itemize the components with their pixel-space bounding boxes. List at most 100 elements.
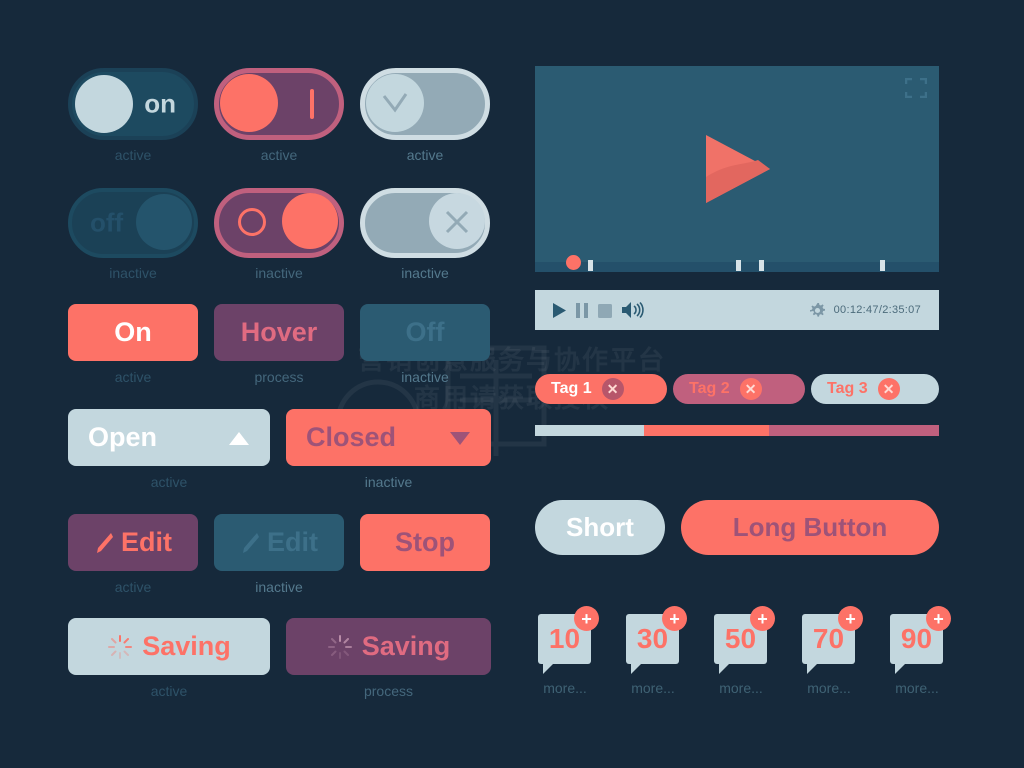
add-icon[interactable]: + [574, 606, 599, 631]
marker-more-label[interactable]: more... [706, 680, 776, 696]
btn-edit-active-label: Edit [121, 527, 172, 557]
chapter-marker [759, 260, 764, 271]
toggle-knob[interactable] [220, 74, 278, 132]
toggle-label: off [90, 207, 124, 238]
btn-on-label: On [114, 317, 152, 347]
chevron-up-icon [229, 431, 249, 445]
btn-saving-process-label: Saving [361, 631, 451, 661]
btn-open[interactable]: Open [68, 409, 270, 466]
pencil-icon [97, 532, 113, 553]
btn-edit-active[interactable]: Edit [68, 514, 198, 571]
pause-icon[interactable] [575, 302, 589, 319]
video-player-screen[interactable] [535, 66, 939, 272]
segmented-progress-bar[interactable] [535, 425, 939, 436]
btn-short[interactable]: Short [535, 500, 665, 555]
toggle-off-dark[interactable]: off [68, 188, 198, 258]
add-icon[interactable]: + [662, 606, 687, 631]
video-status-group: 00:12:47/2:35:07 [809, 302, 939, 318]
toggle-caption: active [406, 147, 444, 163]
marker-90[interactable]: 90 + [890, 606, 951, 674]
marker-more-label[interactable]: more... [882, 680, 952, 696]
tag-1[interactable]: Tag 1 ✕ [535, 374, 667, 404]
toggle-on-grey[interactable] [360, 68, 490, 140]
btn-hover-label: Hover [240, 317, 318, 347]
video-transport-controls [535, 301, 645, 319]
play-icon[interactable] [552, 302, 567, 319]
tag-label: Tag 1 [551, 380, 592, 397]
btn-open-label: Open [88, 422, 158, 452]
btn-saving-process[interactable]: Saving [286, 618, 491, 675]
power-bar-icon [310, 89, 314, 119]
toggle-knob[interactable] [75, 75, 133, 133]
btn-edit-active-caption: active [114, 579, 152, 595]
toggle-caption: inactive [109, 265, 157, 281]
toggle-on-dark[interactable]: on [68, 68, 198, 140]
add-icon[interactable]: + [926, 606, 951, 631]
btn-stop[interactable]: Stop [360, 514, 490, 571]
toggle-on-purple[interactable] [214, 68, 344, 140]
marker-30[interactable]: 30 + [626, 606, 687, 674]
marker-more-label[interactable]: more... [794, 680, 864, 696]
btn-closed-caption: inactive [364, 474, 413, 490]
video-progress-handle[interactable] [566, 255, 581, 270]
btn-saving-active[interactable]: Saving [68, 618, 270, 675]
btn-saving-active-caption: active [150, 683, 188, 699]
btn-edit-inactive-caption: inactive [255, 579, 303, 595]
marker-50[interactable]: 50 + [714, 606, 775, 674]
toggle-caption: inactive [401, 265, 449, 281]
btn-closed[interactable]: Closed [286, 409, 491, 466]
btn-hover[interactable]: Hover [214, 304, 344, 361]
fullscreen-icon[interactable] [905, 78, 927, 98]
volume-icon[interactable] [621, 301, 645, 319]
toggle-caption: inactive [255, 265, 303, 281]
btn-stop-label: Stop [395, 527, 455, 557]
marker-70[interactable]: 70 + [802, 606, 863, 674]
cross-icon [445, 210, 469, 234]
btn-off-label: Off [405, 317, 445, 347]
toggle-caption: active [114, 147, 152, 163]
chapter-marker [736, 260, 741, 271]
add-icon[interactable]: + [750, 606, 775, 631]
btn-closed-label: Closed [306, 422, 397, 452]
stop-icon[interactable] [597, 302, 613, 319]
tag-close-icon[interactable]: ✕ [601, 378, 624, 400]
toggle-knob[interactable] [136, 194, 192, 250]
toggle-off-purple[interactable] [214, 188, 344, 258]
btn-off[interactable]: Off [360, 304, 490, 361]
add-icon[interactable]: + [838, 606, 863, 631]
toggle-label: on [144, 88, 176, 119]
btn-hover-caption: process [254, 369, 304, 385]
btn-long-label: Long Button [732, 512, 888, 542]
segment-light [535, 425, 645, 436]
video-time-display: 00:12:47/2:35:07 [833, 304, 921, 316]
btn-edit-inactive[interactable]: Edit [214, 514, 344, 571]
gear-icon[interactable] [809, 302, 825, 318]
marker-10[interactable]: 10 + [538, 606, 599, 674]
tag-close-icon[interactable]: ✕ [739, 378, 762, 400]
marker-more-label[interactable]: more... [530, 680, 600, 696]
btn-on[interactable]: On [68, 304, 198, 361]
spinner-icon [327, 634, 352, 659]
btn-saving-process-caption: process [363, 683, 414, 699]
chevron-down-icon [450, 431, 470, 445]
btn-long-button[interactable]: Long Button [681, 500, 939, 555]
play-icon[interactable] [698, 133, 776, 205]
btn-saving-active-label: Saving [142, 631, 231, 661]
chapter-marker [880, 260, 885, 271]
video-progress-track[interactable] [535, 255, 939, 272]
spinner-icon [108, 634, 133, 659]
toggle-caption: active [260, 147, 298, 163]
pencil-icon [243, 532, 259, 553]
btn-on-caption: active [114, 369, 152, 385]
tag-3[interactable]: Tag 3 ✕ [811, 374, 939, 404]
tag-label: Tag 3 [827, 380, 868, 397]
toggle-off-grey[interactable] [360, 188, 490, 258]
tag-2[interactable]: Tag 2 ✕ [673, 374, 805, 404]
btn-off-caption: inactive [401, 369, 449, 385]
segment-pink [769, 425, 939, 436]
marker-more-label[interactable]: more... [618, 680, 688, 696]
tag-close-icon[interactable]: ✕ [877, 378, 900, 400]
toggle-knob[interactable] [282, 193, 338, 249]
tag-label: Tag 2 [689, 380, 730, 397]
video-control-bar: 00:12:47/2:35:07 [535, 290, 939, 330]
